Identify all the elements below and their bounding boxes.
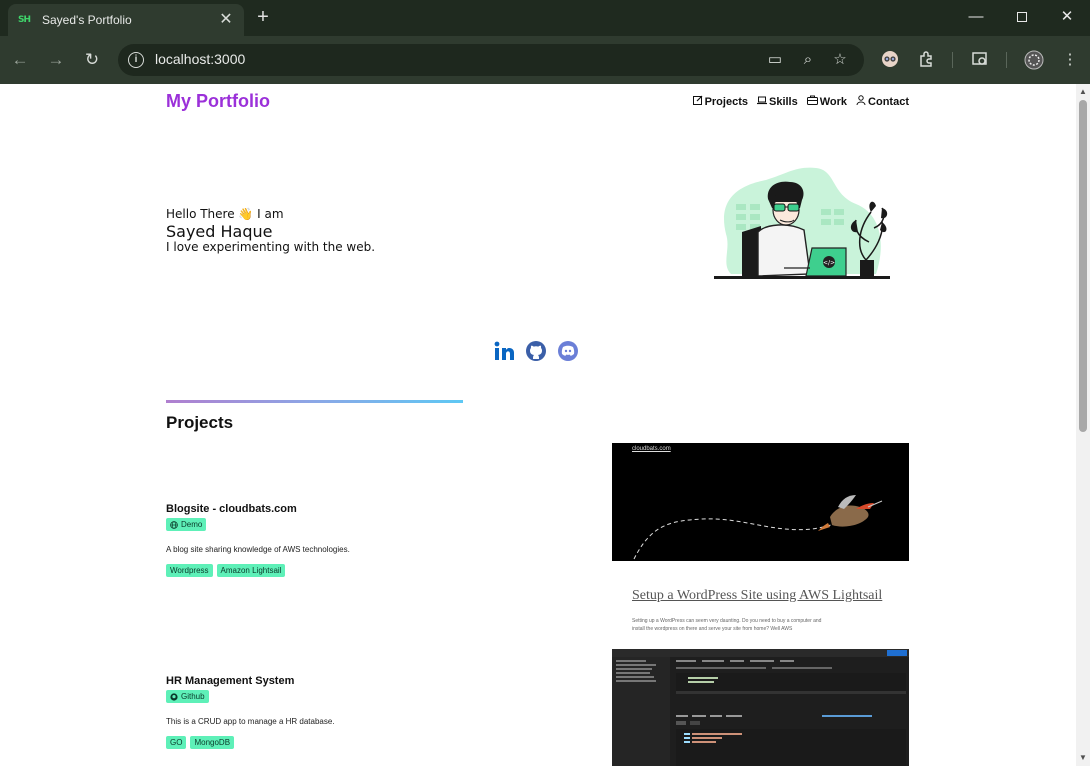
hero-tagline: I love experimenting with the web.	[166, 240, 376, 254]
favicon-icon: SH	[18, 15, 31, 25]
tech-tag: MongoDB	[190, 735, 235, 749]
tech-tag: Amazon Lightsail	[216, 563, 286, 577]
menu-kebab-icon[interactable]: ⋮	[1060, 50, 1080, 70]
nav-label: Projects	[704, 95, 748, 108]
site-brand[interactable]: My Portfolio	[166, 91, 270, 112]
github-link-label: Github	[181, 692, 205, 701]
hummingbird-illustration	[633, 495, 883, 560]
api-client-screenshot	[612, 649, 909, 766]
tab-title: Sayed's Portfolio	[42, 13, 132, 27]
nav-label: Skills	[768, 95, 798, 108]
projects-heading: Projects	[166, 413, 234, 432]
project-description: A blog site sharing knowledge of AWS tec…	[166, 544, 350, 554]
globe-icon	[170, 520, 178, 529]
preview-excerpt: Setting up a WordPress can seem very dau…	[632, 618, 822, 632]
laptop-icon	[756, 95, 767, 108]
github-icon	[170, 692, 178, 701]
tab-search-icon[interactable]	[970, 50, 990, 70]
nav-label: Contact	[868, 95, 909, 108]
forward-button[interactable]: →	[44, 48, 68, 72]
project-card: HR Management System Github This is a CR…	[166, 675, 335, 749]
page-viewport: My Portfolio Projects Skills Work Contac…	[0, 84, 1076, 766]
project-title: HR Management System	[166, 675, 295, 687]
nav-label: Work	[819, 95, 848, 108]
close-window-button[interactable]: ✕	[1044, 0, 1090, 36]
nav-contact[interactable]: Contact	[856, 95, 909, 108]
demo-link[interactable]: Demo	[166, 518, 207, 531]
github-link[interactable]: Github	[166, 690, 209, 703]
profile-extension-icon[interactable]	[880, 50, 900, 70]
reload-button[interactable]: ↻	[80, 48, 104, 72]
zoom-icon[interactable]: ⌕	[798, 50, 818, 70]
nav-projects[interactable]: Projects	[692, 95, 748, 108]
preview-hero-banner: cloudbats.com	[612, 443, 909, 561]
project-screenshot[interactable]: cloudbats.com Setup a WordPress Site usi…	[612, 443, 909, 637]
address-bar[interactable]: i localhost:3000 ▭ ⌕ ☆	[118, 44, 864, 76]
install-app-icon[interactable]: ▭	[765, 50, 785, 70]
preview-headline: Setup a WordPress Site using AWS Lightsa…	[632, 588, 883, 603]
person-icon	[856, 95, 866, 108]
nav-work[interactable]: Work	[806, 95, 848, 108]
close-tab-icon[interactable]: ✕	[218, 12, 234, 28]
project-tags: GO MongoDB	[166, 735, 335, 749]
scroll-up-icon[interactable]: ▲	[1079, 88, 1087, 96]
tech-tag: Wordpress	[166, 563, 213, 577]
tech-tag: GO	[166, 735, 187, 749]
discord-icon[interactable]	[557, 340, 579, 362]
browser-tab[interactable]: SH Sayed's Portfolio ✕	[8, 4, 244, 36]
extensions-icon[interactable]	[916, 50, 936, 70]
project-screenshot[interactable]	[612, 649, 909, 766]
minimize-button[interactable]: —	[953, 0, 999, 36]
url-text: localhost:3000	[155, 51, 246, 67]
hero-name: Sayed Haque	[166, 222, 273, 241]
edit-icon	[692, 95, 703, 108]
browser-tab-bar: SH Sayed's Portfolio ✕ + — ✕	[0, 0, 1090, 36]
profile-avatar-icon[interactable]	[1024, 50, 1044, 70]
browser-toolbar: ← → ↻ i localhost:3000 ▭ ⌕ ☆ ⋮	[0, 36, 1090, 84]
hero-illustration: </>	[714, 167, 890, 279]
toolbar-separator	[952, 52, 953, 68]
social-links	[493, 340, 579, 362]
maximize-button[interactable]	[999, 0, 1045, 36]
nav-skills[interactable]: Skills	[756, 95, 798, 108]
demo-link-label: Demo	[181, 520, 203, 529]
page-scrollbar[interactable]: ▲ ▼	[1076, 84, 1090, 766]
site-info-icon[interactable]: i	[128, 52, 144, 68]
new-tab-button[interactable]: +	[252, 6, 274, 28]
briefcase-icon	[806, 95, 818, 108]
svg-text:</>: </>	[823, 260, 835, 267]
back-button[interactable]: ←	[8, 48, 32, 72]
project-description: This is a CRUD app to manage a HR databa…	[166, 716, 335, 726]
bookmark-star-icon[interactable]: ☆	[830, 50, 850, 70]
site-nav: Projects Skills Work Contact	[692, 95, 909, 108]
toolbar-separator	[1006, 52, 1007, 68]
project-tags: Wordpress Amazon Lightsail	[166, 563, 350, 577]
hero-greeting: Hello There 👋 I am	[166, 207, 284, 221]
project-card: Blogsite - cloudbats.com Demo A blog sit…	[166, 503, 350, 577]
scroll-down-icon[interactable]: ▼	[1079, 754, 1087, 762]
github-icon[interactable]	[525, 340, 547, 362]
scroll-thumb[interactable]	[1079, 100, 1087, 432]
linkedin-icon[interactable]	[493, 340, 515, 362]
project-title: Blogsite - cloudbats.com	[166, 503, 297, 515]
section-divider	[166, 400, 463, 403]
